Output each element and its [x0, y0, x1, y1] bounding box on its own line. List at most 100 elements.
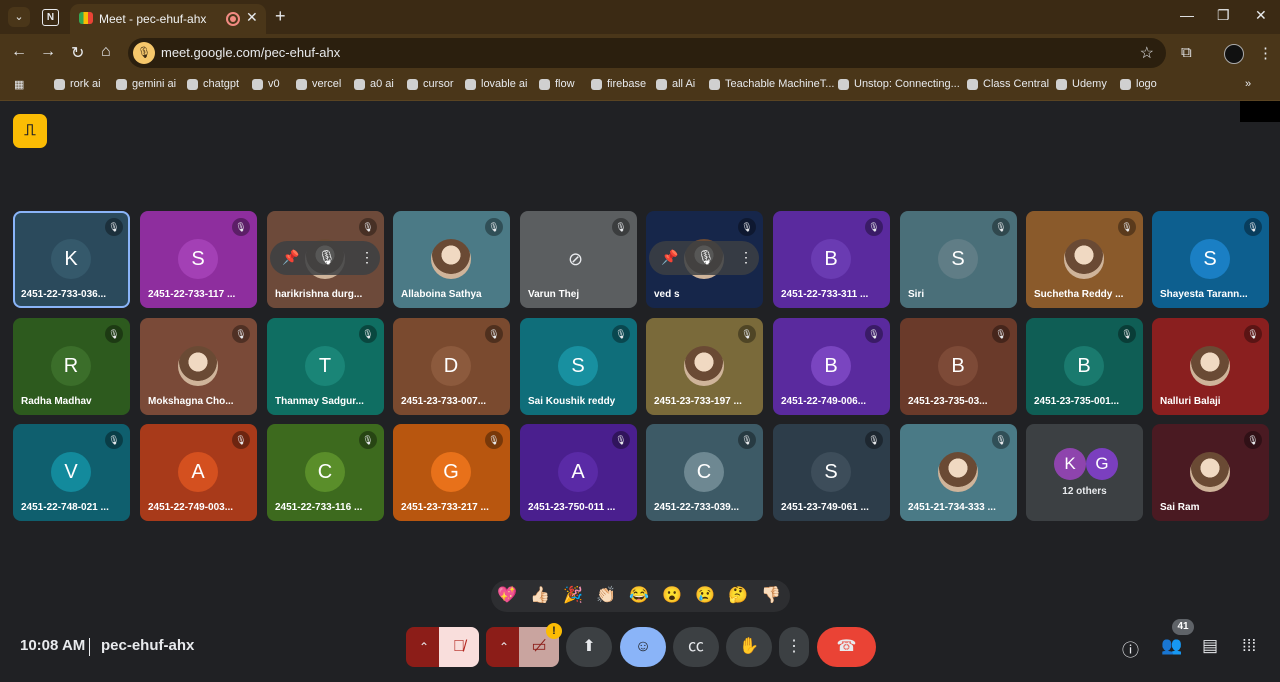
profile-avatar[interactable] [1224, 44, 1244, 64]
bookmark-item[interactable]: rork ai [54, 78, 101, 90]
avatar: R [51, 346, 91, 386]
bookmark-item[interactable]: gemini ai [116, 78, 176, 90]
site-mic-permission-icon[interactable]: 🎙 [133, 42, 155, 64]
participant-tile[interactable]: S 🎙 Sai Koushik reddy [520, 318, 637, 415]
bookmark-item[interactable]: all Ai [656, 78, 695, 90]
more-options-button[interactable]: ⋮ [779, 627, 809, 667]
mute-participant-icon[interactable]: 🎙 [318, 249, 336, 266]
participant-tile[interactable]: 🎙 2451-23-733-197 ... [646, 318, 763, 415]
window-close-icon[interactable]: ✕ [1255, 7, 1267, 24]
bookmark-item[interactable]: a0 ai [354, 78, 394, 90]
video-options-chevron-icon[interactable]: ⌃ [486, 627, 522, 667]
forward-icon[interactable]: → [40, 43, 56, 61]
extensions-icon[interactable]: ⧉ [1181, 44, 1192, 61]
reaction-emoji-button[interactable]: 💖 [494, 585, 520, 607]
activities-grid-icon[interactable]: ⁞⁞⁞ [1242, 636, 1256, 656]
participant-tile[interactable]: R 🎙 Radha Madhav [13, 318, 130, 415]
reload-icon[interactable]: ↻ [71, 43, 84, 63]
more-icon[interactable]: ⋮ [360, 249, 374, 266]
participant-tile[interactable]: 🎙 Allaboina Sathya [393, 211, 510, 308]
participant-tile[interactable]: S 🎙 2451-23-749-061 ... [773, 424, 890, 521]
pin-icon[interactable]: 📌 [661, 249, 678, 266]
participant-tile[interactable]: 🎙 Suchetha Reddy ... [1026, 211, 1143, 308]
participant-tile[interactable]: 🎙 📌 🎙 ⋮ ved s [646, 211, 763, 308]
reaction-emoji-button[interactable]: 👏🏻 [593, 585, 619, 607]
bookmark-star-icon[interactable]: ☆ [1140, 43, 1154, 63]
bookmark-item[interactable]: Teachable MachineT... [709, 78, 834, 90]
bookmark-item[interactable]: lovable ai [465, 78, 527, 90]
restore-icon[interactable]: ❐ [1217, 7, 1230, 24]
participant-tile[interactable]: B 🎙 2451-23-735-001... [1026, 318, 1143, 415]
bookmark-item[interactable]: Unstop: Connecting... [838, 78, 960, 90]
meeting-room-logo-icon[interactable]: ⎍ [13, 114, 47, 148]
participant-tile[interactable]: B 🎙 2451-22-749-006... [773, 318, 890, 415]
tab-close-icon[interactable]: ✕ [246, 9, 258, 26]
participant-tile[interactable]: G 🎙 2451-23-733-217 ... [393, 424, 510, 521]
participant-tile[interactable]: A 🎙 2451-22-749-003... [140, 424, 257, 521]
browser-menu-icon[interactable]: ⋮ [1258, 44, 1273, 62]
chat-icon[interactable]: ▤ [1202, 636, 1218, 656]
participant-tile[interactable]: 🎙 📌 🎙 ⋮ harikrishna durg... [267, 211, 384, 308]
bookmark-item[interactable]: chatgpt [187, 78, 239, 90]
bookmark-item[interactable]: firebase [591, 78, 646, 90]
muted-mic-icon: 🎙 [232, 431, 250, 449]
address-bar[interactable]: 🎙 meet.google.com/pec-ehuf-ahx ☆ [128, 38, 1166, 68]
bookmark-item[interactable]: vercel [296, 78, 341, 90]
apps-grid-icon[interactable]: ▦ [14, 78, 24, 91]
reaction-emoji-button[interactable]: 👍🏻 [527, 585, 553, 607]
others-tile[interactable]: K G 12 others [1026, 424, 1143, 521]
participant-tile[interactable]: A 🎙 2451-23-750-011 ... [520, 424, 637, 521]
bookmark-item[interactable]: v0 [252, 78, 280, 90]
home-icon[interactable]: ⌂ [101, 43, 111, 61]
bookmark-item[interactable]: Udemy [1056, 78, 1107, 90]
bookmarks-overflow-icon[interactable]: » [1245, 78, 1251, 90]
tab-active[interactable]: Meet - pec-ehuf-ahx ✕ [70, 4, 266, 34]
corner-widget[interactable] [1240, 101, 1280, 122]
reaction-emoji-button[interactable]: 😢 [692, 585, 718, 607]
participant-tile[interactable]: S 🎙 2451-22-733-117 ... [140, 211, 257, 308]
pin-icon[interactable]: 📌 [282, 249, 299, 266]
new-tab-icon[interactable]: + [275, 6, 286, 27]
send-reaction-button[interactable]: ☺ [620, 627, 666, 667]
reaction-emoji-button[interactable]: 👎🏻 [758, 585, 784, 607]
tab-search-chevron-icon[interactable]: ⌄ [8, 7, 30, 27]
bookmark-item[interactable]: cursor [407, 78, 454, 90]
participant-tile[interactable]: K 🎙 2451-22-733-036... [13, 211, 130, 308]
more-icon[interactable]: ⋮ [739, 249, 753, 266]
muted-mic-icon: 🎙 [485, 218, 503, 236]
reaction-emoji-button[interactable]: 🎉 [560, 585, 586, 607]
bookmark-item[interactable]: logo [1120, 78, 1157, 90]
participant-tile[interactable]: ⊘ 🎙 Varun Thej [520, 211, 637, 308]
microphone-toggle-button[interactable]: 🎙̸ [439, 627, 479, 667]
reaction-emoji-button[interactable]: 🤔 [725, 585, 751, 607]
audio-options-chevron-icon[interactable]: ⌃ [406, 627, 442, 667]
reaction-emoji-button[interactable]: 😂 [626, 585, 652, 607]
participant-tile[interactable]: B 🎙 2451-22-733-311 ... [773, 211, 890, 308]
bookmark-item[interactable]: flow [539, 78, 575, 90]
back-icon[interactable]: ← [11, 43, 27, 61]
present-now-button[interactable]: ⬆ [566, 627, 612, 667]
participant-tile[interactable]: 🎙 Sai Ram [1152, 424, 1269, 521]
participant-tile[interactable]: 🎙 Nalluri Balaji [1152, 318, 1269, 415]
participant-tile[interactable]: S 🎙 Shayesta Tarann... [1152, 211, 1269, 308]
raise-hand-button[interactable]: ✋ [726, 627, 772, 667]
bookmark-item[interactable]: Class Central [967, 78, 1049, 90]
participant-tile[interactable]: B 🎙 2451-23-735-03... [900, 318, 1017, 415]
participant-tile[interactable]: T 🎙 Thanmay Sadgur... [267, 318, 384, 415]
participant-tile[interactable]: D 🎙 2451-23-733-007... [393, 318, 510, 415]
reaction-emoji-button[interactable]: 😮 [659, 585, 685, 607]
participant-tile[interactable]: S 🎙 Siri [900, 211, 1017, 308]
minimize-icon[interactable]: — [1180, 7, 1194, 23]
mute-participant-icon[interactable]: 🎙 [697, 249, 715, 266]
participant-tile[interactable]: 🎙 2451-21-734-333 ... [900, 424, 1017, 521]
notion-pinned-tab-icon[interactable]: N [42, 9, 59, 26]
meeting-details-info-icon[interactable]: ⓘ [1122, 636, 1139, 661]
people-icon[interactable]: 👥 [1161, 636, 1182, 656]
avatar: G [431, 452, 471, 492]
participant-tile[interactable]: 🎙 Mokshagna Cho... [140, 318, 257, 415]
participant-tile[interactable]: C 🎙 2451-22-733-116 ... [267, 424, 384, 521]
leave-call-button[interactable]: ☎ [817, 627, 876, 667]
participant-tile[interactable]: V 🎙 2451-22-748-021 ... [13, 424, 130, 521]
captions-button[interactable]: ㏄ [673, 627, 719, 667]
participant-tile[interactable]: C 🎙 2451-22-733-039... [646, 424, 763, 521]
